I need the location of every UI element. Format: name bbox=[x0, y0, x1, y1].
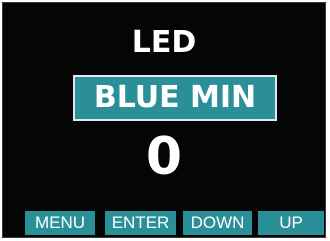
down-button[interactable]: DOWN bbox=[183, 211, 252, 235]
softkey-bar: MENU ENTER DOWN UP bbox=[25, 211, 325, 235]
enter-button[interactable]: ENTER bbox=[105, 211, 176, 235]
parameter-value: 0 bbox=[145, 127, 183, 187]
parameter-highlight: BLUE MIN bbox=[73, 75, 277, 121]
menu-button[interactable]: MENU bbox=[25, 211, 95, 235]
screen-title: LED bbox=[131, 25, 197, 60]
up-button[interactable]: UP bbox=[258, 211, 324, 235]
device-display: LED BLUE MIN 0 MENU ENTER DOWN UP bbox=[2, 2, 326, 238]
parameter-label: BLUE MIN bbox=[93, 80, 257, 115]
